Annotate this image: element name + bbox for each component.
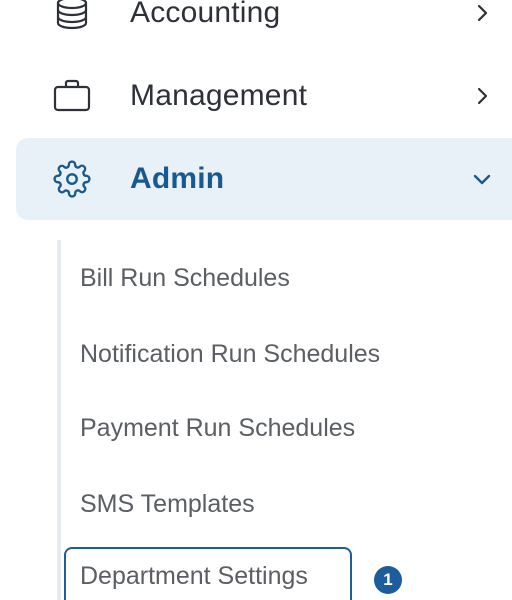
nav-item-accounting[interactable]: Accounting <box>16 0 512 54</box>
submenu-item-notification-run-schedules[interactable]: Notification Run Schedules <box>64 327 380 381</box>
nav-item-label: Management <box>130 79 308 112</box>
nav-item-label: Admin <box>130 162 225 195</box>
coins-stack-icon <box>52 0 92 33</box>
nav-item-label: Accounting <box>130 0 281 29</box>
submenu-item-bill-run-schedules[interactable]: Bill Run Schedules <box>64 251 290 305</box>
submenu-rail <box>57 240 61 600</box>
submenu-item-sms-templates[interactable]: SMS Templates <box>64 477 255 531</box>
submenu-item-department-settings[interactable]: Department Settings <box>64 547 352 600</box>
nav-item-admin[interactable]: Admin <box>16 138 512 220</box>
submenu-item-payment-run-schedules[interactable]: Payment Run Schedules <box>64 401 355 455</box>
briefcase-icon <box>52 76 92 116</box>
sidebar-nav: Accounting Management Admin Bill Run Sch… <box>0 0 512 600</box>
chevron-down-icon <box>472 169 492 189</box>
count-badge: 1 <box>374 566 402 594</box>
nav-item-management[interactable]: Management <box>16 55 512 137</box>
chevron-right-icon <box>472 3 492 23</box>
chevron-right-icon <box>472 86 492 106</box>
gear-icon <box>52 159 92 199</box>
